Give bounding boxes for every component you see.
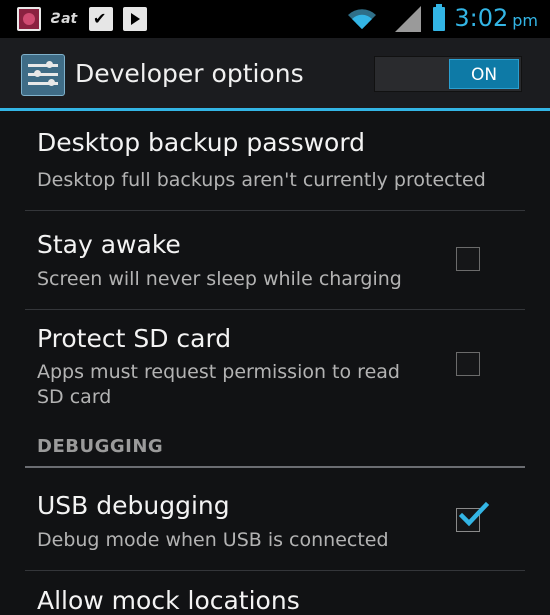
setting-summary-line2: SD card (37, 386, 112, 408)
developer-options-toggle[interactable]: ON (374, 56, 522, 92)
setting-title: USB debugging (37, 491, 230, 520)
setting-desktop-backup-password[interactable]: Desktop backup password Desktop full bac… (0, 111, 550, 210)
setting-usb-debugging[interactable]: USB debugging Debug mode when USB is con… (0, 468, 550, 570)
check-icon (459, 501, 489, 527)
toggle-on-label: ON (449, 59, 519, 89)
list-divider (25, 570, 525, 571)
setting-title: Desktop backup password (37, 128, 366, 157)
usb-debugging-checkbox[interactable] (456, 501, 489, 532)
status-bar: Ƨat ✔ 3:02 pm (0, 0, 550, 38)
signal-icon (395, 6, 422, 32)
notification-icons: Ƨat ✔ (17, 7, 147, 31)
protect-sd-card-checkbox[interactable] (456, 352, 480, 376)
wifi-icon (348, 9, 377, 30)
setting-protect-sd-card[interactable]: Protect SD card Apps must request permis… (0, 310, 550, 430)
clock-time: 3:02 (454, 3, 509, 32)
setting-summary-line1: Apps must request permission to read (37, 361, 400, 383)
play-store-icon (123, 7, 147, 31)
stay-awake-checkbox[interactable] (456, 247, 480, 271)
photo-icon (17, 7, 41, 31)
setting-summary: Screen will never sleep while charging (37, 268, 402, 290)
settings-sliders-icon[interactable] (21, 54, 65, 96)
setting-summary: Desktop full backups aren't currently pr… (37, 169, 486, 191)
page-title: Developer options (75, 59, 304, 88)
action-bar: Developer options ON (0, 38, 550, 108)
setting-title: Protect SD card (37, 324, 232, 353)
clock: 3:02 pm (454, 0, 538, 40)
setting-title: Stay awake (37, 230, 181, 259)
battery-icon (433, 4, 446, 31)
clipboard-check-icon: ✔ (89, 7, 113, 31)
section-header-debugging: DEBUGGING (37, 436, 164, 457)
setting-allow-mock-locations[interactable]: Allow mock locations (37, 586, 300, 615)
logo-icon: Ƨat (51, 11, 78, 27)
status-icons: 3:02 pm (347, 0, 538, 38)
clock-ampm: pm (512, 10, 538, 30)
setting-summary: Debug mode when USB is connected (37, 529, 389, 551)
setting-stay-awake[interactable]: Stay awake Screen will never sleep while… (0, 211, 550, 309)
